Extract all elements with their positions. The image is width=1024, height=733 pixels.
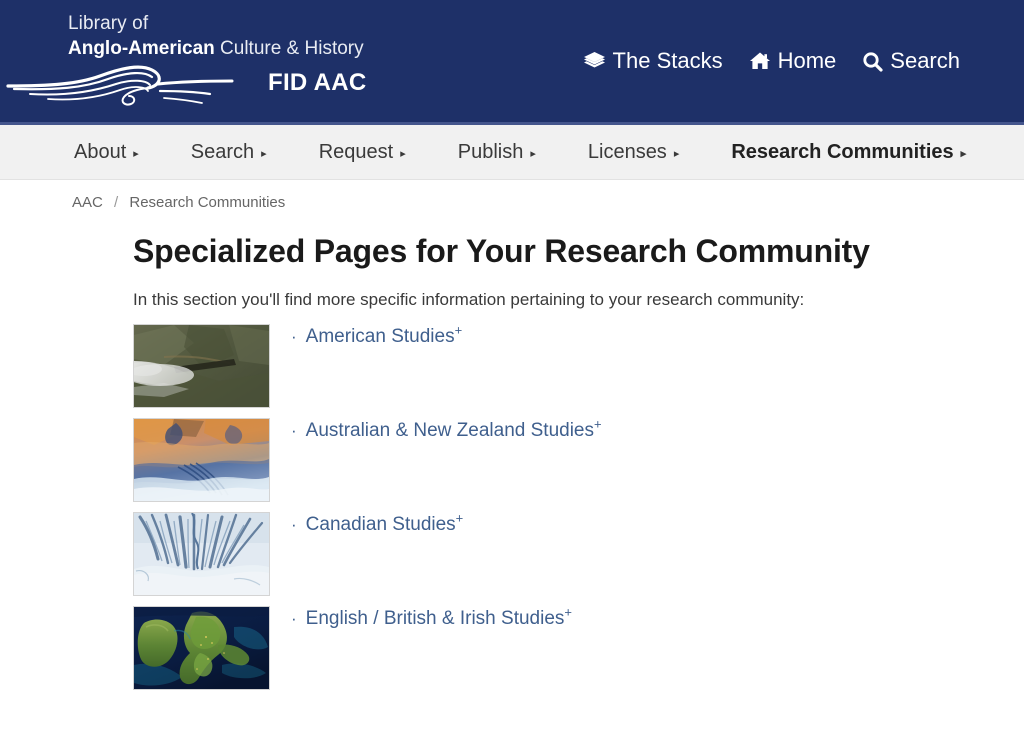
thumbnail-english-british-irish-studies[interactable] <box>133 606 270 690</box>
layers-icon <box>583 51 606 71</box>
link-wrapper: · English / British & Irish Studies+ <box>291 606 572 630</box>
brand-anglo-american-bold: Anglo-American <box>68 38 215 59</box>
top-link-label: Search <box>890 48 960 73</box>
list-item: · Australian & New Zealand Studies+ <box>133 418 1024 512</box>
nav-item-label: Licenses <box>587 140 667 163</box>
superscript-plus-icon: + <box>564 604 572 620</box>
chevron-right-icon: ▸ <box>530 147 536 160</box>
chevron-right-icon: ▸ <box>960 147 967 160</box>
search-icon <box>862 51 883 72</box>
logo-row[interactable]: FID AAC <box>0 58 367 108</box>
community-link-label: Canadian Studies <box>305 514 456 535</box>
superscript-plus-icon: + <box>455 510 464 526</box>
thumbnail-american-studies[interactable] <box>133 324 270 408</box>
nav-item-licenses[interactable]: Licenses ▸ <box>588 141 679 164</box>
list-item: · Canadian Studies+ <box>133 512 1024 606</box>
superscript-plus-icon: + <box>454 322 463 338</box>
chevron-right-icon: ▸ <box>261 147 267 160</box>
thumbnail-canadian-studies[interactable] <box>133 512 270 596</box>
bullet-icon: · <box>291 421 297 440</box>
nav-item-about[interactable]: About ▸ <box>74 141 139 164</box>
top-link-label: Home <box>777 48 837 73</box>
fid-aac-label: FID AAC <box>268 69 367 96</box>
main-navigation: About ▸ Search ▸ Request ▸ Publish ▸ Lic… <box>0 125 1024 180</box>
top-link-search[interactable]: Search <box>862 48 960 74</box>
link-wrapper: · American Studies+ <box>291 324 462 348</box>
list-item: · American Studies+ <box>133 324 1024 418</box>
community-link-american-studies[interactable]: American Studies+ <box>305 322 463 348</box>
nav-item-search[interactable]: Search ▸ <box>191 141 267 164</box>
bullet-icon: · <box>291 515 297 534</box>
chevron-right-icon: ▸ <box>400 147 406 160</box>
breadcrumb: AAC / Research Communities <box>0 180 1024 211</box>
nav-item-label: Publish <box>457 140 524 163</box>
site-masthead: Library of Anglo-American Culture & Hist… <box>0 0 1024 125</box>
nav-item-label: Request <box>318 140 394 163</box>
wave-swirl-logo-icon <box>6 65 234 106</box>
superscript-plus-icon: + <box>594 416 602 432</box>
breadcrumb-current: Research Communities <box>129 194 286 211</box>
link-wrapper: · Canadian Studies+ <box>291 512 463 536</box>
top-link-the-stacks[interactable]: The Stacks <box>583 48 723 74</box>
community-link-label: American Studies <box>305 326 455 347</box>
top-utility-nav: The Stacks Home Search <box>583 48 960 74</box>
chevron-right-icon: ▸ <box>673 147 680 160</box>
nav-item-label: Search <box>190 140 255 163</box>
community-link-label: Australian & New Zealand Studies <box>305 420 594 441</box>
intro-paragraph: In this section you'll find more specifi… <box>133 290 805 309</box>
nav-item-request[interactable]: Request ▸ <box>319 141 406 164</box>
breadcrumb-root[interactable]: AAC <box>72 194 103 211</box>
top-link-label: The Stacks <box>612 48 723 73</box>
bullet-icon: · <box>291 609 297 628</box>
nav-item-research-communities[interactable]: Research Communities ▸ <box>731 141 966 164</box>
top-link-home[interactable]: Home <box>749 48 837 74</box>
brand-line-library-of: Library of <box>68 13 149 34</box>
link-wrapper: · Australian & New Zealand Studies+ <box>291 418 602 442</box>
thumbnail-australian-nz-studies[interactable] <box>133 418 270 502</box>
research-community-list: · American Studies+ · Australian & New Z… <box>133 324 1024 700</box>
nav-item-label: Research Communities <box>731 140 954 163</box>
brand-culture-history: Culture & History <box>214 38 364 59</box>
community-link-label: English / British & Irish Studies <box>305 608 565 629</box>
chevron-right-icon: ▸ <box>133 147 139 160</box>
page-title: Specialized Pages for Your Research Comm… <box>133 233 870 269</box>
list-item: · English / British & Irish Studies+ <box>133 606 1024 700</box>
bullet-icon: · <box>291 327 297 346</box>
home-icon <box>749 51 771 71</box>
main-content: Specialized Pages for Your Research Comm… <box>0 211 1024 700</box>
nav-item-label: About <box>74 140 127 163</box>
nav-item-publish[interactable]: Publish ▸ <box>458 141 536 164</box>
breadcrumb-separator: / <box>114 194 119 211</box>
site-brand[interactable]: Library of Anglo-American Culture & Hist… <box>68 12 488 62</box>
community-link-australian-nz-studies[interactable]: Australian & New Zealand Studies+ <box>305 416 602 442</box>
community-link-canadian-studies[interactable]: Canadian Studies+ <box>305 510 464 536</box>
community-link-english-british-irish-studies[interactable]: English / British & Irish Studies+ <box>305 604 572 630</box>
